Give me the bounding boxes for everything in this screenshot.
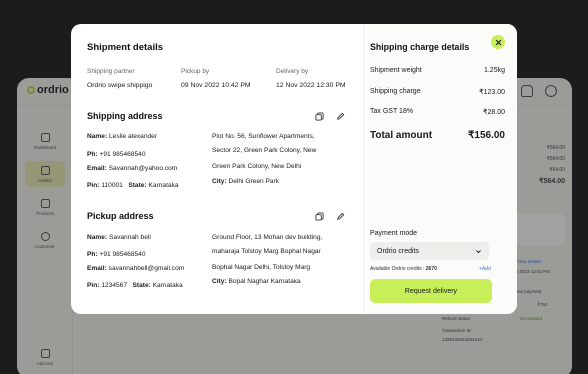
- edit-pickup-button[interactable]: [333, 209, 347, 223]
- shipping-address-title: Shipping address: [87, 111, 163, 121]
- name-value: Savannah bell: [109, 234, 151, 241]
- pickup-email: Email: savannahbell@gmail.com: [87, 265, 184, 272]
- pickup-address-title: Pickup address: [87, 211, 154, 221]
- shipment-details-modal: Shipment details Shipping partner Ordrio…: [71, 24, 517, 314]
- shipping-name: Name: Leslie alexander: [87, 133, 157, 140]
- state-key: State:: [132, 282, 151, 289]
- shipping-phone: Ph: +91 985468540: [87, 151, 146, 158]
- copy-pickup-button[interactable]: [312, 209, 326, 223]
- copy-shipping-button[interactable]: [312, 109, 326, 123]
- weight-value: 1.25kg: [483, 67, 505, 74]
- city-key: City:: [212, 278, 227, 285]
- shipping-address-line: Sector 22, Green Park Colony, New: [212, 147, 317, 154]
- edit-icon: [336, 112, 344, 120]
- close-icon: [495, 39, 501, 45]
- city-value: Bopal Naghar Karnataka: [228, 278, 301, 285]
- pickup-by-label: Pickup by: [181, 68, 210, 75]
- shipping-charge-row: Shipping charge ₹123.00: [370, 88, 505, 96]
- charge-label: Shipping charge: [370, 88, 421, 95]
- email-value: savannahbell@gmail.com: [108, 265, 185, 272]
- phone-key: Ph:: [87, 251, 98, 258]
- charge-value: ₹123.00: [479, 89, 505, 96]
- pickup-city: City: Bopal Naghar Karnataka: [212, 278, 301, 285]
- edit-shipping-button[interactable]: [333, 109, 347, 123]
- available-credits-value: 2670: [425, 266, 437, 272]
- total-value: ₹156.00: [468, 130, 505, 141]
- email-key: Email:: [87, 265, 107, 272]
- state-value: Karnataka: [152, 282, 183, 289]
- copy-icon: [314, 211, 324, 221]
- request-delivery-button[interactable]: Request delivery: [370, 279, 492, 303]
- pin-key: Pin:: [87, 282, 100, 289]
- shipping-partner-value: Ordrio swipe shippigo: [87, 82, 153, 89]
- pin-value: 110001: [101, 182, 123, 189]
- shipping-partner-label: Shipping partner: [87, 68, 135, 75]
- payment-mode-value: Ordrio credits: [377, 247, 420, 255]
- shipping-city: City: Delhi Green Park: [212, 178, 279, 185]
- payment-mode-select[interactable]: Ordrio credits: [370, 242, 489, 260]
- phone-key: Ph:: [87, 151, 98, 158]
- pickup-phone: Ph: +91 985468540: [87, 251, 146, 258]
- pin-value: 1234567: [101, 282, 127, 289]
- available-credits-label: Available Ordrio credits :: [370, 266, 425, 272]
- pickup-address-line: maharaja Tolstoy Marg Bophal Nagar: [212, 248, 321, 255]
- state-value: Karnataka: [148, 182, 179, 189]
- name-key: Name:: [87, 133, 108, 140]
- delivery-by-value: 12 Nov 2022 12:30 PM: [276, 82, 346, 89]
- email-key: Email:: [87, 165, 107, 172]
- tax-row: Tax GST 18% ₹28.00: [370, 108, 505, 116]
- name-key: Name:: [87, 234, 108, 241]
- charges-title: Shipping charge details: [370, 42, 470, 52]
- edit-icon: [336, 212, 344, 220]
- chevron-down-icon: [476, 249, 481, 253]
- close-button[interactable]: [491, 35, 505, 49]
- delivery-by-label: Delivery by: [276, 68, 309, 75]
- shipment-info-panel: Shipment details Shipping partner Ordrio…: [71, 24, 363, 314]
- shipping-email: Email: Savannah@yahoo.com: [87, 165, 177, 172]
- copy-icon: [314, 111, 324, 121]
- pickup-by-value: 09 Nov 2022 10:42 PM: [181, 82, 251, 89]
- name-value: Leslie alexander: [109, 133, 158, 140]
- pickup-name: Name: Savannah bell: [87, 234, 151, 241]
- charges-panel: Shipping charge details Shipment weight 1…: [363, 24, 517, 314]
- weight-label: Shipment weight: [370, 67, 422, 74]
- total-label: Total amount: [370, 130, 433, 141]
- tax-value: ₹28.00: [483, 109, 505, 116]
- state-key: State:: [128, 182, 147, 189]
- shipping-address-line: Plot No. 56, Sunflower Apartments,: [212, 133, 315, 140]
- modal-title: Shipment details: [87, 42, 164, 53]
- pickup-address-line: Ground Floor, 13 Mohan dev building,: [212, 234, 323, 241]
- total-row: Total amount ₹156.00: [370, 130, 505, 141]
- shipping-address-line: Green Park Colony, New Delhi: [212, 163, 302, 170]
- available-credits: Available Ordrio credits : 2670: [370, 266, 437, 272]
- tax-label: Tax GST 18%: [370, 108, 414, 115]
- pickup-address-line: Bophal Nagar Delhi, Tolstoy Marg: [212, 264, 311, 271]
- shipment-weight-row: Shipment weight 1.25kg: [370, 67, 505, 74]
- payment-mode-label: Payment mode: [370, 230, 418, 237]
- phone-value: +91 985468540: [99, 251, 146, 258]
- pin-key: Pin:: [87, 182, 100, 189]
- phone-value: +91 985468540: [99, 151, 146, 158]
- city-key: City:: [212, 178, 227, 185]
- add-credits-link[interactable]: +Add: [479, 266, 491, 272]
- pickup-pin-state: Pin: 1234567 State: Karnataka: [87, 282, 183, 289]
- shipping-pin-state: Pin: 110001 State: Karnataka: [87, 182, 179, 189]
- city-value: Delhi Green Park: [228, 178, 280, 185]
- email-value: Savannah@yahoo.com: [108, 165, 178, 172]
